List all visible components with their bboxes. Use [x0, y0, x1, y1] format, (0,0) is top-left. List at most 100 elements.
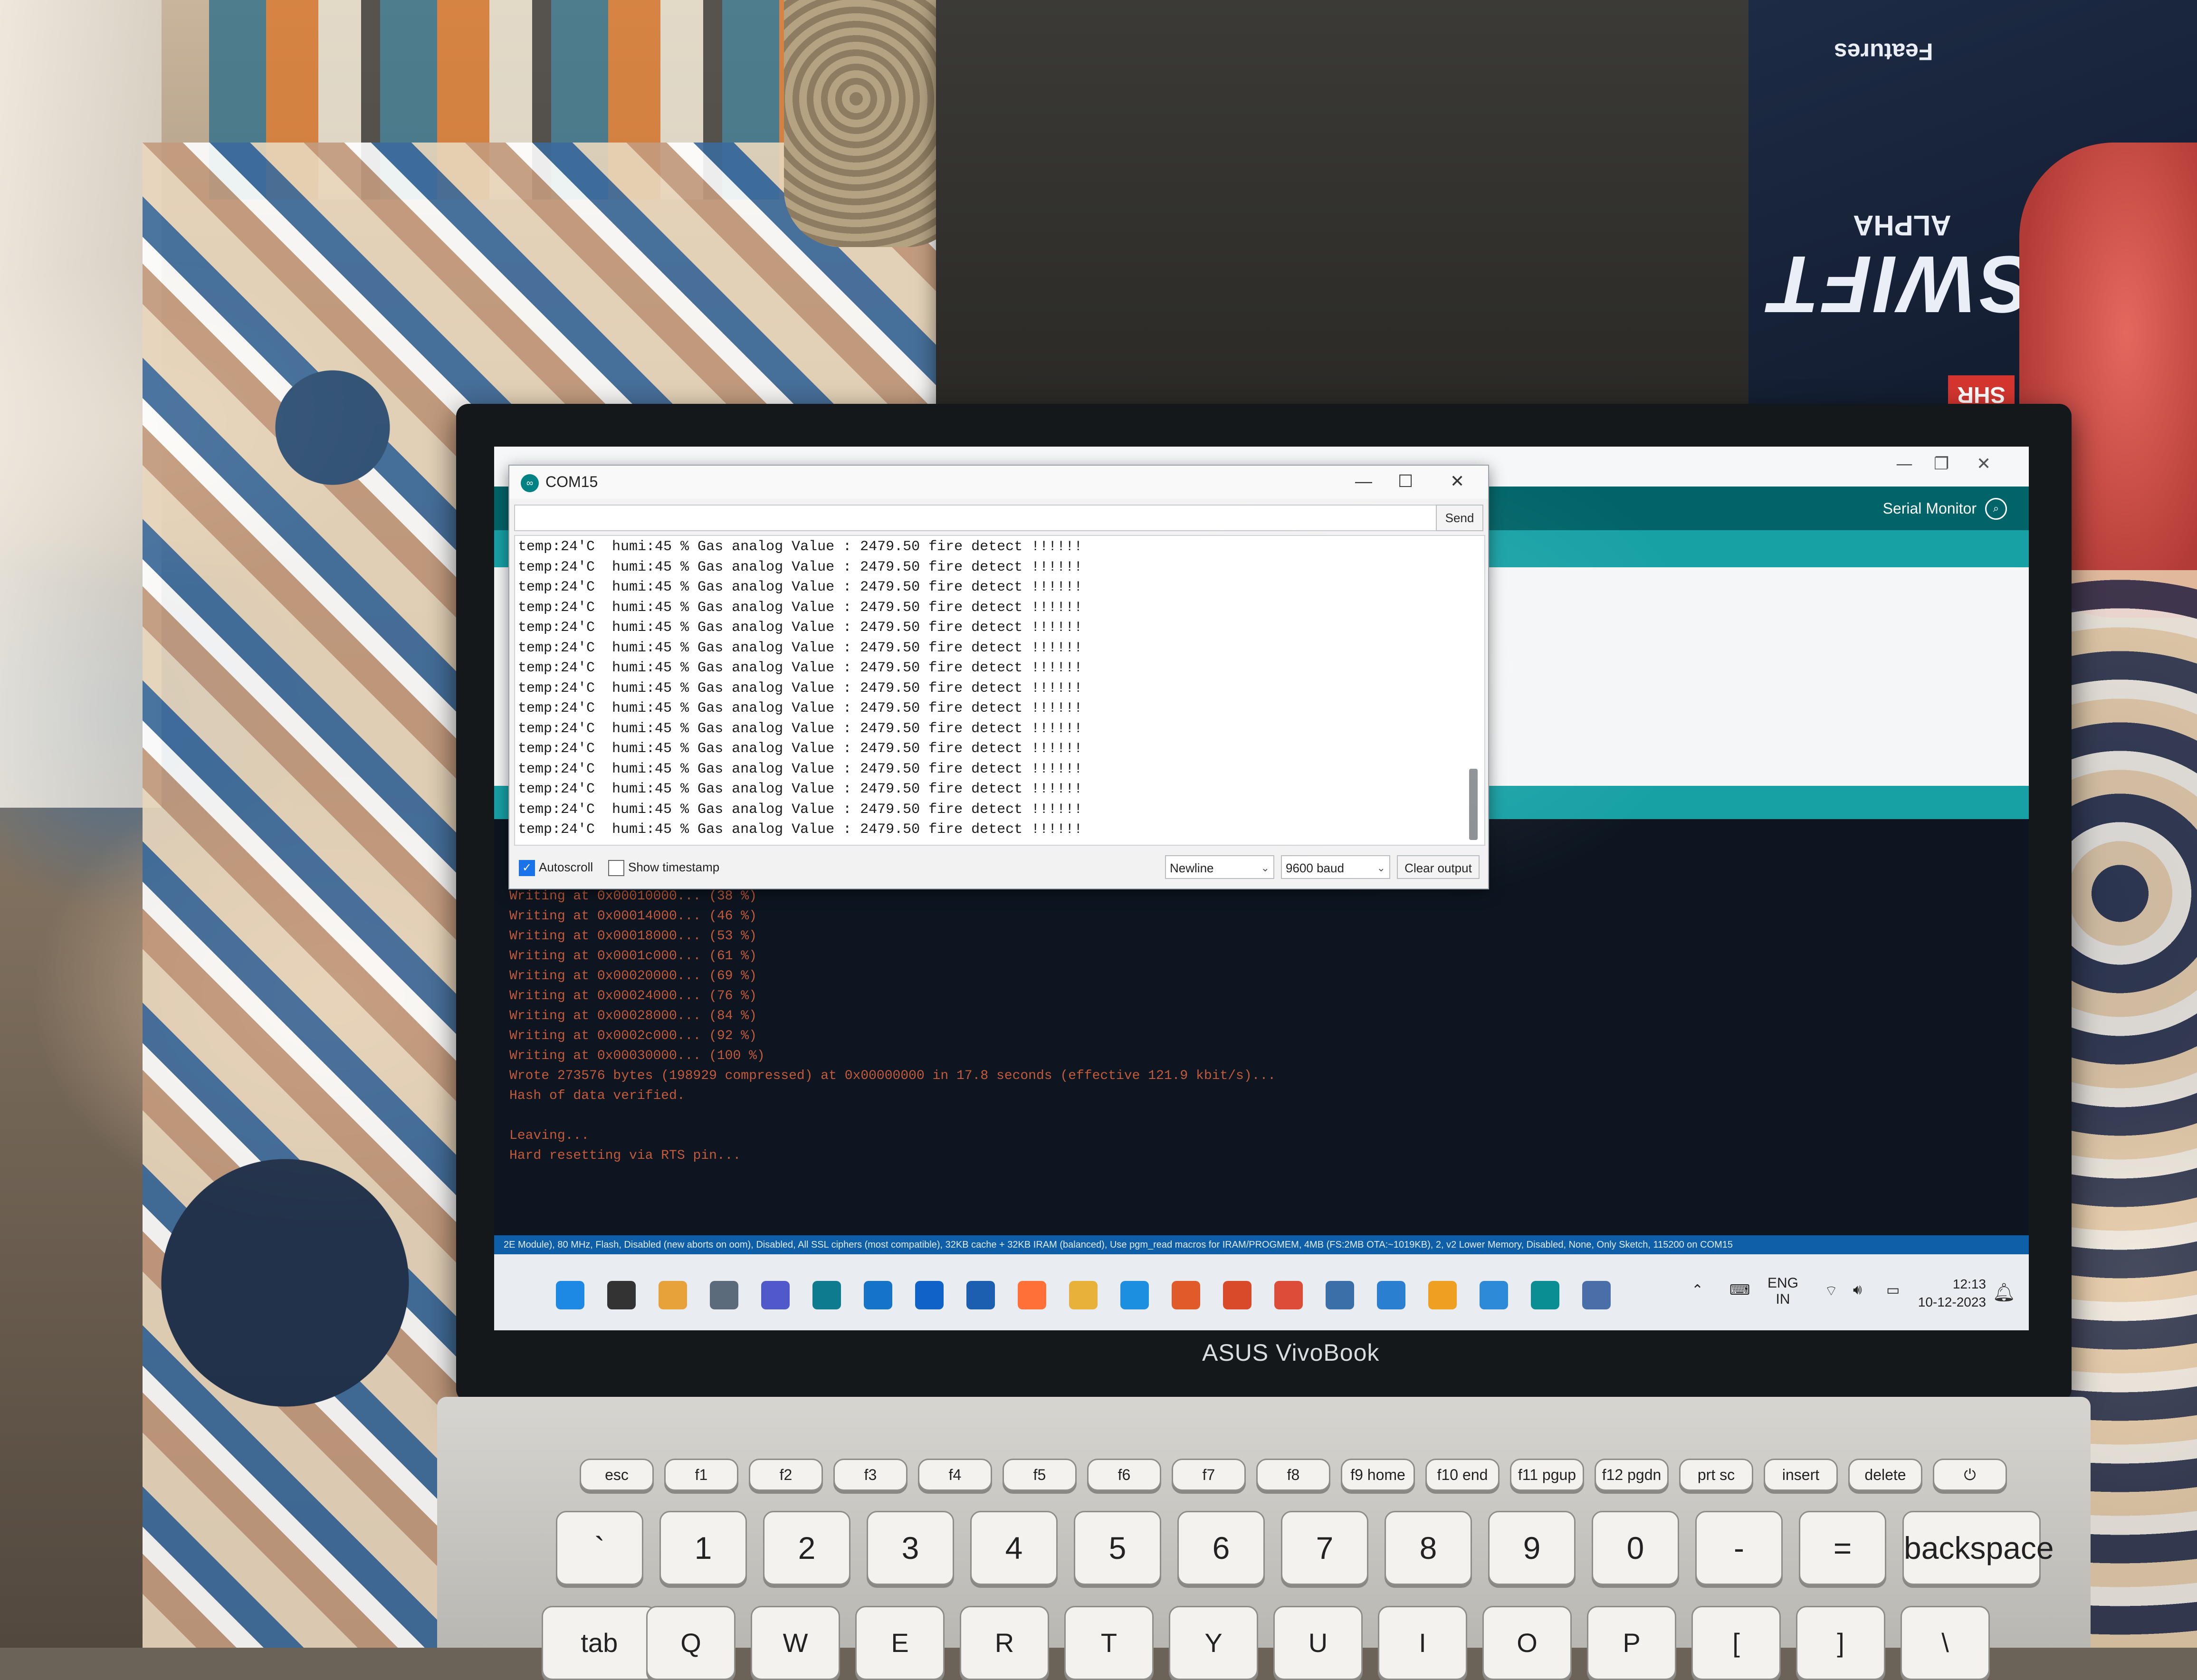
- keyboard-key[interactable]: [: [1691, 1606, 1781, 1680]
- search-icon[interactable]: [607, 1281, 636, 1309]
- keyboard-key[interactable]: Q: [646, 1606, 736, 1680]
- minimize-icon[interactable]: —: [1896, 454, 1913, 474]
- clear-output-button[interactable]: Clear output: [1397, 855, 1480, 879]
- restore-icon[interactable]: ❐: [1934, 454, 1949, 474]
- battery-icon[interactable]: ▭: [1886, 1282, 1900, 1298]
- keyboard-key[interactable]: f4: [918, 1459, 992, 1491]
- keyboard-key[interactable]: Y: [1169, 1606, 1258, 1680]
- keyboard-key[interactable]: f12 pgdn: [1595, 1459, 1669, 1491]
- console-line: Hash of data verified.: [509, 1088, 685, 1103]
- volume-icon[interactable]: 🔊︎: [1853, 1282, 1862, 1298]
- keyboard-key[interactable]: -: [1695, 1511, 1783, 1585]
- keyboard-key[interactable]: ⏻: [1933, 1459, 2007, 1491]
- keyboard-key[interactable]: f8: [1256, 1459, 1330, 1491]
- keyboard-key[interactable]: 3: [867, 1511, 954, 1585]
- keyboard-key[interactable]: 6: [1177, 1511, 1265, 1585]
- taskbar-app-icon[interactable]: [1274, 1281, 1303, 1309]
- keyboard-icon[interactable]: ⌨: [1729, 1282, 1750, 1298]
- keyboard-key[interactable]: f1: [664, 1459, 738, 1491]
- serial-input-field[interactable]: [514, 505, 1444, 531]
- keyboard-key[interactable]: P: [1587, 1606, 1676, 1680]
- keyboard-key[interactable]: 5: [1074, 1511, 1161, 1585]
- keyboard-key[interactable]: f3: [833, 1459, 907, 1491]
- close-icon[interactable]: ✕: [1450, 471, 1464, 491]
- keyboard-key[interactable]: `: [556, 1511, 643, 1585]
- keyboard-key[interactable]: O: [1482, 1606, 1572, 1680]
- output-scrollbar[interactable]: [1469, 769, 1478, 840]
- minimize-icon[interactable]: —: [1355, 471, 1372, 491]
- taskbar-app-icon[interactable]: [659, 1281, 687, 1309]
- keyboard-key[interactable]: 1: [659, 1511, 747, 1585]
- keyboard-key[interactable]: \: [1901, 1606, 1990, 1680]
- keyboard-key[interactable]: f2: [749, 1459, 823, 1491]
- serial-monitor-icon[interactable]: ⌕: [1985, 498, 2007, 520]
- serial-output-line: temp:24'C humi:45 % Gas analog Value : 2…: [518, 579, 1083, 595]
- notification-bell-icon[interactable]: 🔔︎: [1993, 1282, 2016, 1303]
- autoscroll-label: Autoscroll: [539, 860, 593, 874]
- keyboard-key[interactable]: E: [855, 1606, 945, 1680]
- keyboard-key[interactable]: R: [960, 1606, 1049, 1680]
- language-indicator[interactable]: ENG IN: [1767, 1275, 1798, 1308]
- keyboard-key[interactable]: insert: [1764, 1459, 1838, 1491]
- keyboard-key[interactable]: f7: [1172, 1459, 1246, 1491]
- show-timestamp-checkbox[interactable]: [608, 860, 624, 876]
- serial-output-line: temp:24'C humi:45 % Gas analog Value : 2…: [518, 720, 1083, 737]
- keyboard-key[interactable]: f9 home: [1341, 1459, 1415, 1491]
- keyboard-key[interactable]: W: [751, 1606, 840, 1680]
- taskbar-app-icon[interactable]: [812, 1281, 841, 1309]
- start-menu-icon[interactable]: [556, 1281, 584, 1309]
- taskbar-app-icon[interactable]: [1018, 1281, 1046, 1309]
- taskbar-app-icon[interactable]: [966, 1281, 995, 1309]
- keyboard-key[interactable]: f6: [1087, 1459, 1161, 1491]
- taskbar-app-icon[interactable]: [1326, 1281, 1354, 1309]
- taskbar-app-icon[interactable]: [915, 1281, 944, 1309]
- keyboard-key[interactable]: 9: [1488, 1511, 1576, 1585]
- taskbar-app-icon[interactable]: [1428, 1281, 1457, 1309]
- maximize-icon[interactable]: ☐: [1398, 471, 1413, 491]
- line-ending-select[interactable]: Newline ⌄: [1165, 855, 1274, 879]
- serial-output-area[interactable]: temp:24'C humi:45 % Gas analog Value : 2…: [514, 535, 1485, 846]
- keyboard-key[interactable]: T: [1064, 1606, 1154, 1680]
- taskbar-app-icon[interactable]: [710, 1281, 738, 1309]
- taskbar-clock[interactable]: 12:13 10-12-2023: [1918, 1275, 1986, 1311]
- keyboard-key[interactable]: esc: [580, 1459, 654, 1491]
- keyboard-key[interactable]: U: [1273, 1606, 1363, 1680]
- keyboard-key[interactable]: 8: [1385, 1511, 1472, 1585]
- serial-monitor-button[interactable]: Serial Monitor: [1883, 500, 1977, 517]
- keyboard-key[interactable]: =: [1799, 1511, 1886, 1585]
- taskbar-app-icon[interactable]: [1377, 1281, 1405, 1309]
- ide-status-bar: 2E Module), 80 MHz, Flash, Disabled (new…: [494, 1235, 2029, 1254]
- autoscroll-checkbox[interactable]: ✓: [519, 860, 535, 876]
- taskbar-app-icon[interactable]: [1172, 1281, 1200, 1309]
- taskbar-app-icon[interactable]: [1582, 1281, 1611, 1309]
- keyboard-key[interactable]: delete: [1848, 1459, 1922, 1491]
- keyboard-key[interactable]: prt sc: [1679, 1459, 1753, 1491]
- taskbar-app-icon[interactable]: [1120, 1281, 1149, 1309]
- keyboard-key[interactable]: 7: [1281, 1511, 1368, 1585]
- keyboard-key[interactable]: f10 end: [1425, 1459, 1500, 1491]
- send-button[interactable]: Send: [1436, 505, 1483, 531]
- close-icon[interactable]: ✕: [1977, 454, 1991, 474]
- keyboard-key[interactable]: f5: [1003, 1459, 1077, 1491]
- keyboard-key[interactable]: ]: [1796, 1606, 1885, 1680]
- wifi-icon[interactable]: ⌔: [1824, 1282, 1838, 1300]
- console-line: Wrote 273576 bytes (198929 compressed) a…: [509, 1069, 1276, 1083]
- baud-rate-select[interactable]: 9600 baud ⌄: [1281, 855, 1390, 879]
- taskbar-app-icon[interactable]: [761, 1281, 790, 1309]
- taskbar-app-icon[interactable]: [1531, 1281, 1559, 1309]
- baud-rate-value: 9600 baud: [1286, 861, 1344, 875]
- taskbar-app-icon[interactable]: [1069, 1281, 1098, 1309]
- keyboard-key[interactable]: 0: [1592, 1511, 1679, 1585]
- taskbar-app-icon[interactable]: [1480, 1281, 1508, 1309]
- taskbar-app-icon[interactable]: [864, 1281, 892, 1309]
- keyboard-key[interactable]: I: [1378, 1606, 1467, 1680]
- serial-output-line: temp:24'C humi:45 % Gas analog Value : 2…: [518, 781, 1083, 797]
- keyboard-key[interactable]: 2: [763, 1511, 850, 1585]
- keyboard-key[interactable]: f11 pgup: [1510, 1459, 1584, 1491]
- chevron-up-icon[interactable]: ⌃: [1691, 1282, 1703, 1298]
- keyboard-key[interactable]: backspace: [1902, 1511, 2054, 1585]
- console-line: Leaving...: [509, 1128, 590, 1143]
- keyboard-key[interactable]: 4: [970, 1511, 1058, 1585]
- keyboard-key[interactable]: tab: [542, 1606, 657, 1680]
- taskbar-app-icon[interactable]: [1223, 1281, 1251, 1309]
